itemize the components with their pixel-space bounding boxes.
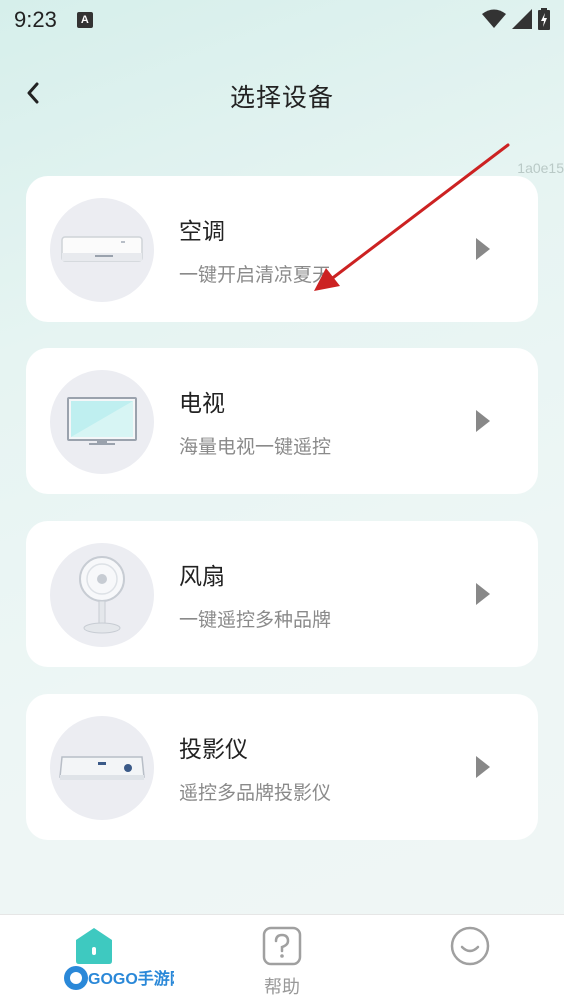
annotation-arrow: [314, 143, 510, 291]
play-arrow-icon: [476, 756, 490, 778]
tab-help[interactable]: 帮助: [222, 915, 342, 1004]
notification-badge: A: [76, 12, 93, 28]
device-subtitle: 海量电视一键遥控: [179, 436, 332, 458]
device-icon-circle: [50, 543, 154, 647]
page-title: 选择设备: [229, 83, 334, 112]
status-time: 9:23: [14, 7, 57, 32]
play-arrow-icon: [476, 410, 490, 432]
header: 选择设备: [0, 64, 564, 124]
play-arrow-icon: [476, 238, 490, 260]
site-logo: GOGO手游网: [64, 966, 174, 990]
tab-help-label: 帮助: [264, 977, 300, 998]
device-title: 投影仪: [179, 737, 248, 763]
device-subtitle: 遥控多品牌投影仪: [179, 782, 332, 804]
air-conditioner-icon: [61, 236, 143, 262]
device-subtitle: 一键遥控多种品牌: [179, 609, 332, 631]
tv-icon: [67, 397, 137, 445]
signal-icon: [512, 9, 532, 29]
play-arrow-icon: [476, 583, 490, 605]
device-title: 风扇: [179, 564, 225, 590]
status-bar: 9:23 A: [0, 0, 564, 40]
projector-icon: [59, 756, 145, 780]
fan-icon: [79, 556, 125, 634]
watermark: 1a0e15: [517, 160, 564, 176]
device-icon-circle: [50, 716, 154, 820]
device-title: 空调: [179, 219, 225, 245]
device-card-fan[interactable]: 风扇 一键遥控多种品牌: [26, 521, 538, 667]
logo-text: GOGO手游网: [88, 969, 174, 988]
device-card-tv[interactable]: 电视 海量电视一键遥控: [26, 348, 538, 494]
question-icon: [262, 926, 302, 966]
device-card-projector[interactable]: 投影仪 遥控多品牌投影仪: [26, 694, 538, 840]
device-icon-circle: [50, 370, 154, 474]
wifi-icon: [482, 9, 506, 28]
device-subtitle: 一键开启清凉夏天: [179, 264, 332, 286]
device-icon-circle: [50, 198, 154, 302]
battery-icon: [538, 8, 550, 30]
smiley-icon: [450, 926, 490, 966]
device-title: 电视: [179, 391, 225, 417]
status-icons: [482, 8, 550, 30]
device-card-air-conditioner[interactable]: 空调 一键开启清凉夏天: [26, 176, 538, 322]
tab-profile[interactable]: [410, 915, 530, 1004]
